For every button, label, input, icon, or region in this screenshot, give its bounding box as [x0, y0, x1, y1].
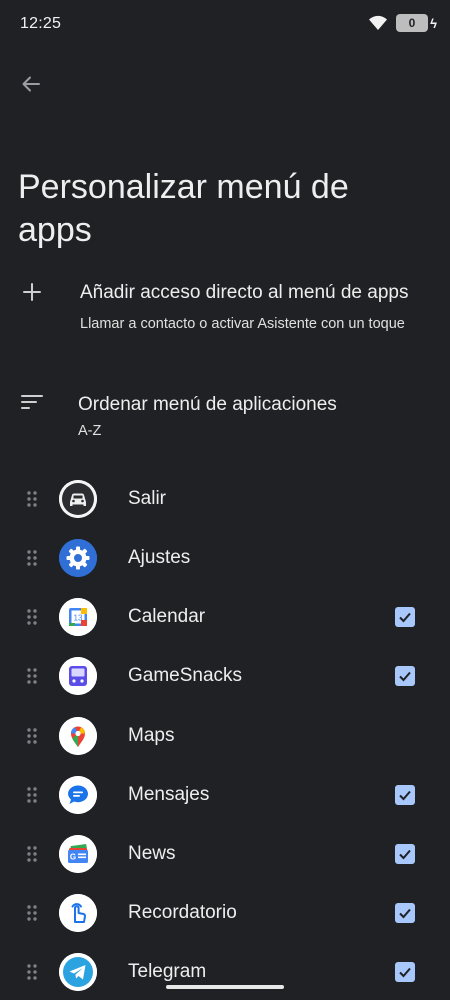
app-label: Telegram: [128, 961, 207, 982]
back-arrow-icon: [22, 76, 40, 92]
car-icon: [59, 480, 97, 518]
app-checkbox[interactable]: [395, 844, 415, 864]
app-label: Ajustes: [128, 547, 191, 568]
back-button[interactable]: [15, 68, 47, 100]
calendar-day: 13: [74, 614, 83, 623]
add-icon: [23, 283, 41, 301]
check-icon: [399, 612, 411, 623]
app-label: News: [128, 843, 176, 864]
news-icon: G: [59, 835, 97, 873]
drag-handle-icon[interactable]: [26, 667, 38, 685]
app-label: Maps: [128, 725, 175, 746]
app-row-recordatorio[interactable]: Recordatorio: [0, 883, 450, 942]
app-label: GameSnacks: [128, 665, 243, 686]
settings-gear-icon: [59, 539, 97, 577]
app-row-mensajes[interactable]: Mensajes: [0, 765, 450, 824]
app-label: Recordatorio: [128, 902, 237, 923]
drag-handle-icon[interactable]: [26, 490, 38, 508]
app-row-maps[interactable]: Maps: [0, 706, 450, 765]
check-icon: [399, 790, 411, 801]
maps-pin-icon: [59, 717, 97, 755]
status-time: 12:25: [20, 15, 62, 32]
sort-icon: [21, 395, 43, 409]
app-checkbox[interactable]: [395, 962, 415, 982]
add-shortcut-setting[interactable]: Añadir acceso directo al menú de apps Ll…: [0, 270, 450, 360]
drag-handle-icon[interactable]: [26, 727, 38, 745]
drag-handle-icon[interactable]: [26, 963, 38, 981]
app-label: Calendar: [128, 606, 206, 627]
gamesnacks-icon: [59, 657, 97, 695]
app-row-salir[interactable]: Salir: [0, 469, 450, 528]
drag-handle-icon[interactable]: [26, 904, 38, 922]
app-label: Salir: [128, 488, 167, 509]
page-title: Personalizar menú de apps: [18, 168, 349, 249]
status-bar: 12:25 0 ϟ: [0, 0, 450, 48]
add-shortcut-subtitle: Llamar a contacto o activar Asistente co…: [80, 316, 405, 332]
check-icon: [399, 849, 411, 860]
check-icon: [399, 671, 411, 682]
drag-handle-icon[interactable]: [26, 845, 38, 863]
app-label: Mensajes: [128, 784, 210, 805]
sort-value: A-Z: [78, 423, 102, 439]
app-checkbox[interactable]: [395, 785, 415, 805]
reminder-hand-icon: [59, 894, 97, 932]
wifi-icon: [369, 15, 387, 30]
check-icon: [399, 908, 411, 919]
app-row-calendar[interactable]: 13 Calendar: [0, 587, 450, 646]
home-indicator[interactable]: [166, 985, 284, 989]
app-row-news[interactable]: G News: [0, 824, 450, 883]
battery-icon: 0 ϟ: [396, 14, 437, 32]
app-checkbox[interactable]: [395, 666, 415, 686]
drag-handle-icon[interactable]: [26, 786, 38, 804]
app-row-gamesnacks[interactable]: GameSnacks: [0, 646, 450, 705]
drag-handle-icon[interactable]: [26, 549, 38, 567]
app-checkbox[interactable]: [395, 903, 415, 923]
status-icons: 0 ϟ: [368, 14, 437, 32]
sort-apps-setting[interactable]: Ordenar menú de aplicaciones A-Z: [0, 383, 450, 448]
battery-level: 0: [408, 16, 416, 30]
drag-handle-icon[interactable]: [26, 608, 38, 626]
telegram-icon: [59, 953, 97, 991]
messages-icon: [59, 776, 97, 814]
calendar-icon: 13: [59, 598, 97, 636]
add-shortcut-title: Añadir acceso directo al menú de apps: [80, 282, 409, 303]
app-checkbox[interactable]: [395, 607, 415, 627]
check-icon: [399, 967, 411, 978]
app-row-telegram[interactable]: Telegram: [0, 942, 450, 1000]
charging-icon: ϟ: [430, 16, 437, 31]
app-row-ajustes[interactable]: Ajustes: [0, 528, 450, 587]
sort-title: Ordenar menú de aplicaciones: [78, 394, 337, 415]
svg-text:G: G: [70, 853, 76, 862]
